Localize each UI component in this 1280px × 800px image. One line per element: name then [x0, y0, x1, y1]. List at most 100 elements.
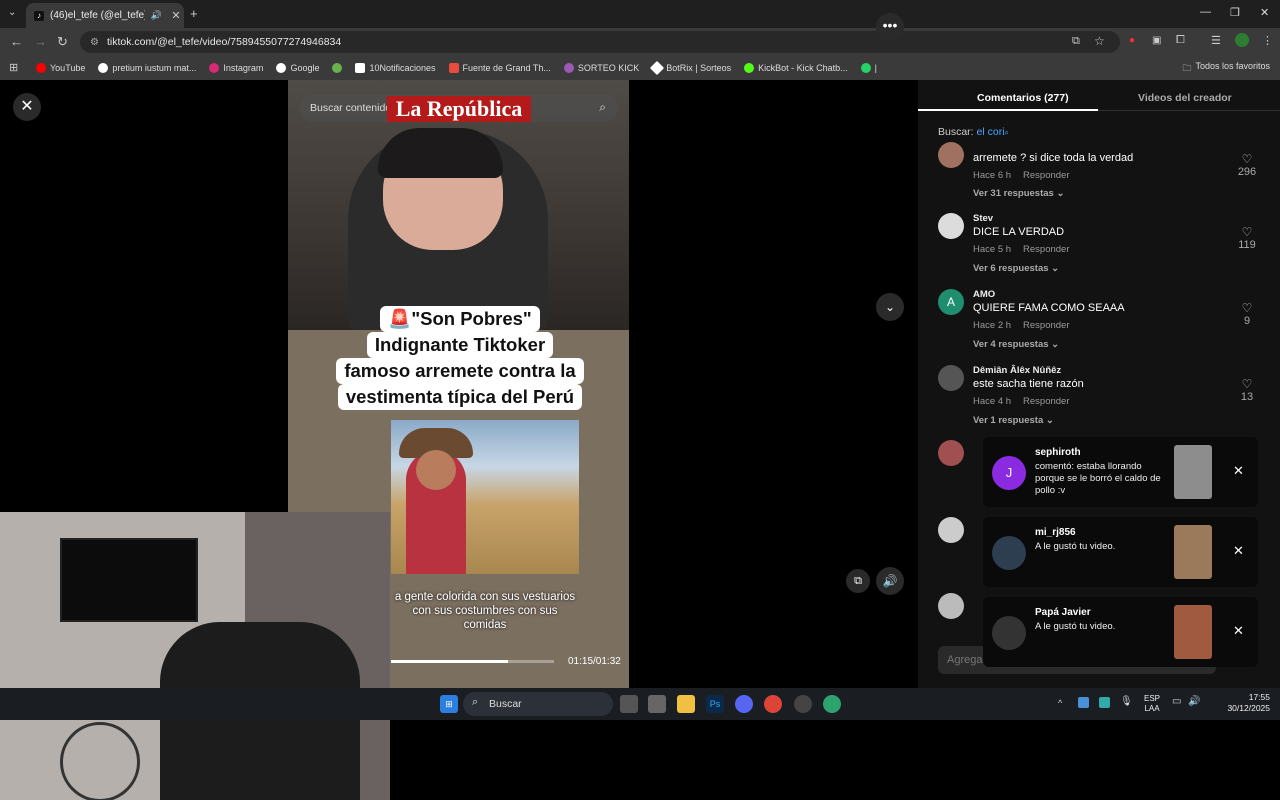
photoshop-icon[interactable]: Ps — [706, 695, 724, 713]
bookmark-instagram[interactable]: Instagram — [209, 63, 263, 73]
more-options-icon[interactable]: ••• — [876, 13, 904, 41]
url-field[interactable]: ⚙ tiktok.com/@el_tefe/video/758945507727… — [80, 31, 1120, 53]
search-icon[interactable]: ⌕ — [599, 100, 606, 115]
tray-chevron-icon[interactable]: ^ — [1058, 698, 1062, 708]
heart-icon: ♡ — [1241, 301, 1253, 315]
chrome-icon[interactable] — [764, 695, 782, 713]
reading-list-icon[interactable]: ☰ — [1211, 34, 1221, 47]
reply-button[interactable]: Responder — [1023, 170, 1069, 181]
bookmark-botrix[interactable]: BotRix | Sorteos — [650, 60, 731, 76]
minimize-icon[interactable]: — — [1200, 6, 1211, 18]
bookmark-pretium[interactable]: pretium iustum mat... — [98, 63, 196, 73]
file-explorer-icon[interactable] — [677, 695, 695, 713]
bookmark-kickbot[interactable]: KickBot - Kick Chatb... — [744, 63, 848, 73]
active-tab-indicator — [918, 109, 1098, 111]
search-icon[interactable]: ⌕ — [1005, 128, 1009, 137]
browser-menu-icon[interactable]: ⋮ — [1262, 34, 1273, 47]
tray-app-icon[interactable] — [1099, 697, 1110, 708]
volume-icon[interactable]: 🔊 — [876, 567, 904, 595]
bookmark-x[interactable]: 10Notificaciones — [355, 63, 436, 73]
bookmark-whatsapp[interactable]: | — [860, 63, 877, 73]
window-close-icon[interactable]: ✕ — [1260, 6, 1269, 19]
volume-icon[interactable]: 🔊 — [1188, 696, 1200, 707]
view-replies[interactable]: Ver 4 respuestas ⌄ — [973, 339, 1059, 350]
task-view-icon[interactable] — [620, 695, 638, 713]
apps-grid-icon[interactable]: ⊞ — [9, 61, 18, 74]
comment-search[interactable]: Buscar: el cori⌕ — [938, 126, 1009, 138]
comment-username[interactable]: Stev — [973, 213, 993, 224]
discord-icon[interactable] — [735, 695, 753, 713]
bookmark-google[interactable]: Google — [276, 63, 319, 73]
close-video-icon[interactable]: ✕ — [13, 93, 41, 121]
restore-icon[interactable]: ❐ — [1230, 6, 1240, 19]
profile-avatar[interactable] — [1235, 33, 1249, 47]
taskbar-search[interactable]: ⌕ Buscar — [463, 692, 613, 716]
comment-avatar[interactable] — [938, 213, 964, 239]
view-replies[interactable]: Ver 31 respuestas ⌄ — [973, 188, 1064, 199]
video-stage: ✕ Buscar contenido relacionado ⌕ La Repú… — [0, 80, 918, 800]
reply-button[interactable]: Responder — [1023, 396, 1069, 407]
windows-start-icon[interactable]: ⊞ — [440, 695, 458, 713]
obs-icon[interactable] — [794, 695, 812, 713]
bookmark-app[interactable] — [332, 63, 343, 73]
site-info-icon[interactable]: ⚙ — [90, 37, 99, 48]
like-button[interactable]: ♡ 9 — [1234, 301, 1260, 327]
extension-red-icon[interactable]: ● — [1129, 35, 1135, 46]
reply-button[interactable]: Responder — [1023, 320, 1069, 331]
notification-toast[interactable]: mi_rj856 A le gustó tu video. ✕ — [983, 517, 1258, 587]
view-replies[interactable]: Ver 6 respuestas ⌄ — [973, 263, 1059, 274]
search-query[interactable]: el cori — [977, 126, 1005, 138]
address-bar-row: ← → ↻ ⚙ tiktok.com/@el_tefe/video/758945… — [0, 28, 1280, 56]
tray-app-icon[interactable] — [1078, 697, 1089, 708]
bookmark-sorteo-kick[interactable]: SORTEO KICK — [563, 63, 639, 73]
tab-list-icon[interactable]: ⌄ — [8, 7, 16, 18]
close-icon[interactable]: ✕ — [1233, 543, 1244, 559]
install-app-icon[interactable]: ⧉ — [1072, 35, 1080, 48]
comment-username[interactable]: AMO — [973, 289, 995, 300]
app-icon[interactable] — [648, 695, 666, 713]
bookmark-youtube[interactable]: YouTube — [36, 63, 85, 73]
edge-icon[interactable] — [823, 695, 841, 713]
reload-icon[interactable]: ↻ — [57, 34, 68, 50]
close-tab-icon[interactable]: ✕ — [168, 9, 184, 22]
view-replies[interactable]: Ver 1 respuesta ⌄ — [973, 415, 1054, 426]
comment-avatar[interactable] — [938, 440, 964, 466]
notification-toast[interactable]: J sephiroth comentó: estaba llorando por… — [983, 437, 1258, 507]
video-time: 01:15/01:32 — [568, 656, 621, 667]
clock[interactable]: 17:55 30/12/2025 — [1227, 692, 1270, 714]
comment-avatar[interactable] — [938, 517, 964, 543]
speaker-icon[interactable]: 🔊 — [151, 10, 162, 21]
all-favorites[interactable]: 🗀 Todos los favoritos — [1182, 61, 1270, 77]
microphone-icon[interactable]: 🎙 — [1120, 696, 1133, 707]
comment-avatar[interactable] — [938, 142, 964, 168]
comment-avatar[interactable] — [938, 593, 964, 619]
new-tab-icon[interactable]: + — [190, 6, 198, 21]
video-headline: 🚨"Son Pobres" Indignante Tiktoker famoso… — [320, 306, 600, 410]
tab-creator-videos[interactable]: Videos del creador — [1138, 92, 1232, 104]
close-icon[interactable]: ✕ — [1233, 623, 1244, 639]
bookmark-star-icon[interactable]: ☆ — [1094, 34, 1105, 48]
extension-icon[interactable]: ▣ — [1152, 35, 1161, 46]
like-button[interactable]: ♡ 13 — [1234, 377, 1260, 403]
comment-avatar[interactable]: A — [938, 289, 964, 315]
bookmark-fuente[interactable]: Fuente de Grand Th... — [448, 63, 551, 73]
close-icon[interactable]: ✕ — [1233, 463, 1244, 479]
extensions-puzzle-icon[interactable]: ⧠ — [1176, 34, 1185, 47]
forward-icon[interactable]: → — [34, 34, 47, 49]
picture-in-picture-icon[interactable]: ⧉ — [846, 569, 870, 593]
input-language[interactable]: ESP LAA — [1144, 694, 1160, 714]
google-icon — [276, 63, 287, 73]
back-icon[interactable]: ← — [10, 34, 23, 49]
comment-avatar[interactable] — [938, 365, 964, 391]
comment-username[interactable]: Dêmiân Âlêx Nûñêz — [973, 365, 1061, 376]
like-count: 119 — [1238, 239, 1256, 251]
like-button[interactable]: ♡ 119 — [1234, 225, 1260, 251]
notification-toast[interactable]: Papá Javier A le gustó tu video. ✕ — [983, 597, 1258, 667]
browser-tab[interactable]: ♪ (46)el_tefe (@el_tefe) | TikTo 🔊 ✕ — [26, 3, 184, 28]
video-progress-bar[interactable] — [391, 660, 554, 663]
next-video-icon[interactable]: ⌄ — [876, 293, 904, 321]
reply-button[interactable]: Responder — [1023, 244, 1069, 255]
tab-comments[interactable]: Comentarios (277) — [977, 92, 1069, 104]
like-button[interactable]: ♡ 296 — [1234, 152, 1260, 178]
network-icon[interactable]: ▭ — [1172, 696, 1181, 707]
